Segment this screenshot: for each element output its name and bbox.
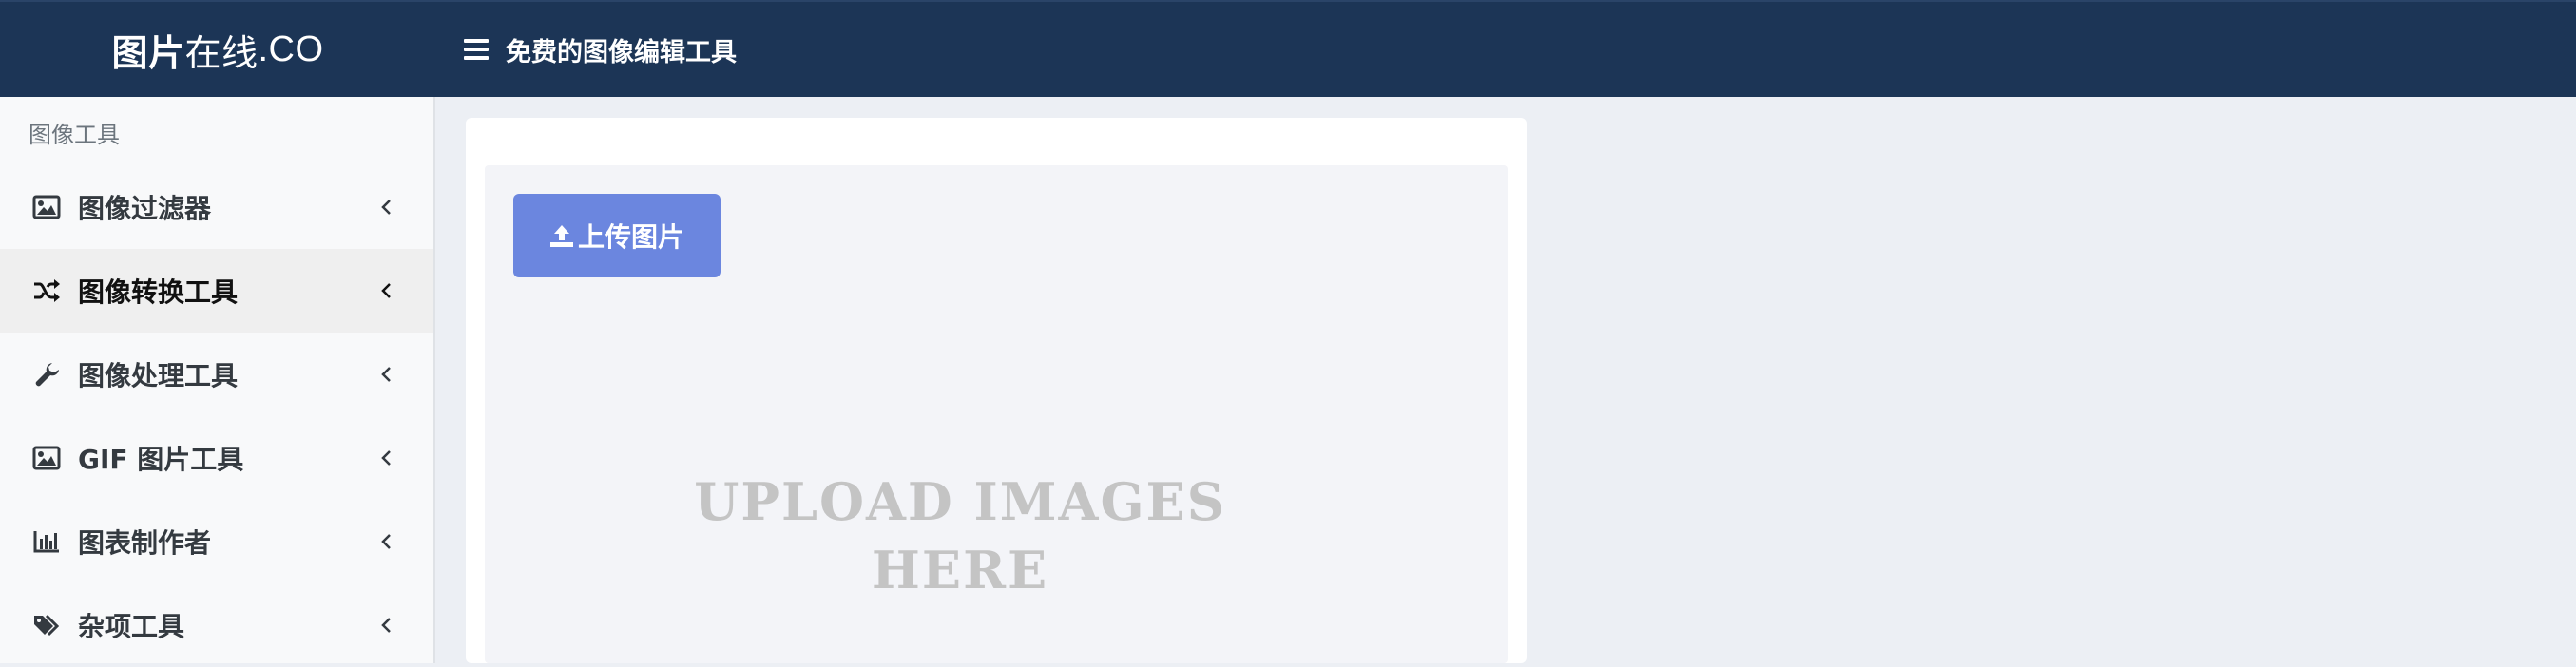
image-icon (32, 444, 61, 472)
chevron-left-icon (376, 616, 395, 635)
chevron-left-icon (376, 281, 395, 300)
chevron-left-icon (376, 365, 395, 384)
sidebar-item-misc-tools[interactable]: 杂项工具 (0, 583, 433, 667)
sidebar: 图像工具 图像过滤器 图像转换工具 图像处理工具 GIF 图片工具 图表制作者 … (0, 97, 435, 663)
shuffle-icon (32, 276, 61, 305)
upload-image-button[interactable]: 上传图片 (513, 194, 721, 277)
brand-domain-suffix: .CO (258, 29, 324, 69)
sidebar-toggle-button[interactable]: 免费的图像编辑工具 (464, 31, 737, 68)
sidebar-item-label: 杂项工具 (78, 611, 185, 642)
tags-icon (32, 611, 61, 639)
brand-name-light: 在线 (184, 31, 259, 74)
sidebar-item-gif-tools[interactable]: GIF 图片工具 (0, 416, 433, 500)
upload-button-label: 上传图片 (577, 222, 684, 252)
sidebar-item-label: 图像过滤器 (78, 193, 212, 224)
upload-card: 上传图片 UPLOAD IMAGES HERE (466, 118, 1527, 663)
sidebar-item-label: 图像转换工具 (78, 276, 239, 308)
image-dropzone[interactable]: 上传图片 UPLOAD IMAGES HERE (485, 165, 1508, 663)
page-title: 免费的图像编辑工具 (506, 37, 737, 67)
drop-hint-text: UPLOAD IMAGES HERE (675, 467, 1245, 604)
sidebar-item-image-filters[interactable]: 图像过滤器 (0, 165, 433, 249)
sidebar-item-label: GIF 图片工具 (78, 444, 244, 475)
brand-name-strong: 图片 (111, 31, 185, 74)
hamburger-icon[interactable] (464, 39, 489, 60)
sidebar-item-chart-makers[interactable]: 图表制作者 (0, 500, 433, 583)
chevron-left-icon (376, 448, 395, 467)
sidebar-item-image-converters[interactable]: 图像转换工具 (0, 249, 433, 333)
image-icon (32, 193, 61, 221)
chevron-left-icon (376, 532, 395, 551)
brand-logo[interactable]: 图片 在线 .CO (0, 2, 435, 97)
chevron-left-icon (376, 198, 395, 217)
drop-hint-line: HERE (871, 540, 1049, 600)
wrench-icon (32, 360, 61, 389)
sidebar-section-title: 图像工具 (29, 122, 120, 148)
sidebar-item-image-processing[interactable]: 图像处理工具 (0, 333, 433, 416)
upload-icon (549, 222, 574, 249)
sidebar-item-label: 图像处理工具 (78, 360, 239, 391)
drop-hint-line: UPLOAD IMAGES (694, 471, 1226, 532)
sidebar-item-label: 图表制作者 (78, 527, 212, 559)
top-navbar: 图片 在线 .CO 免费的图像编辑工具 (0, 0, 2576, 97)
bar-chart-icon (32, 527, 61, 556)
